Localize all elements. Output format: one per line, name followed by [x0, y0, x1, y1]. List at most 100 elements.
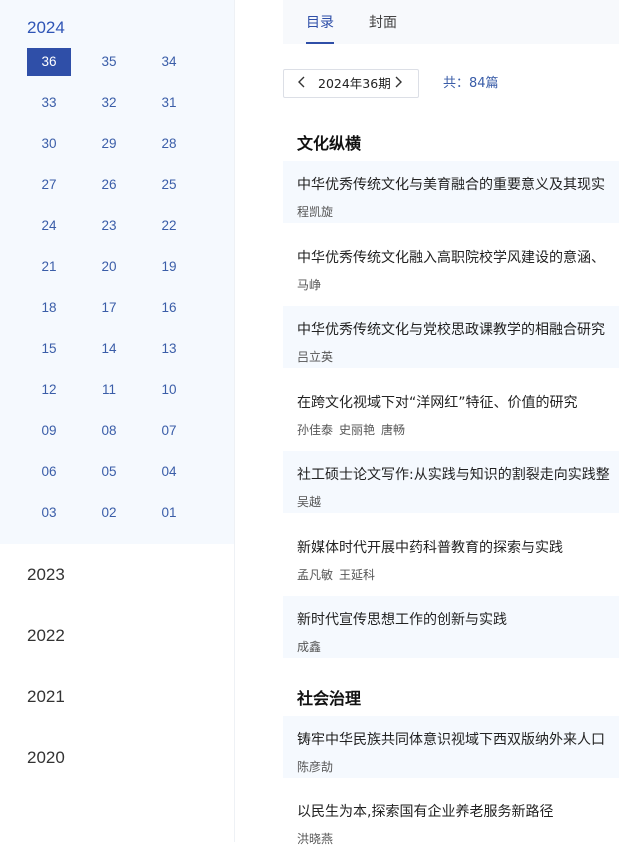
- article-item[interactable]: 新时代宣传思想工作的创新与实践成鑫: [283, 596, 619, 658]
- issue-item[interactable]: 24: [27, 212, 71, 253]
- issue-item[interactable]: 06: [27, 458, 71, 499]
- issue-item[interactable]: 29: [87, 130, 131, 171]
- tab-cover[interactable]: 封面: [369, 0, 397, 44]
- issue-item[interactable]: 08: [87, 417, 131, 458]
- issue-pager-label: 2024年36期: [318, 76, 391, 91]
- article-item[interactable]: 中华优秀传统文化与美育融合的重要意义及其现实程凯旋: [283, 161, 619, 223]
- year-group-2024: 2024 36 35 34 33 32 31 30 29 28 27 26 25 24 23 22 21 20 1…: [0, 0, 234, 544]
- issue-item[interactable]: 20: [87, 253, 131, 294]
- article-item[interactable]: 中华优秀传统文化融入高职院校学风建设的意涵、马峥: [283, 233, 619, 296]
- tab-contents[interactable]: 目录: [306, 0, 334, 44]
- issue-item[interactable]: 25: [147, 171, 191, 212]
- author-name[interactable]: 唐畅: [381, 423, 405, 437]
- issue-pager: 2024年36期: [283, 69, 419, 98]
- issue-number: 12: [41, 382, 57, 397]
- issue-item[interactable]: 05: [87, 458, 131, 499]
- article-title[interactable]: 社工硕士论文写作:从实践与知识的割裂走向实践整: [297, 464, 610, 484]
- article-item[interactable]: 中华优秀传统文化与党校思政课教学的相融合研究吕立英: [283, 306, 619, 368]
- author-name[interactable]: 陈彦劼: [297, 760, 333, 774]
- year-item[interactable]: 2020: [0, 727, 234, 788]
- author-name[interactable]: 程凯旋: [297, 205, 333, 219]
- article-authors: 马峥: [297, 276, 327, 293]
- year-item[interactable]: 2021: [0, 666, 234, 727]
- issue-number: 21: [41, 259, 57, 274]
- author-name[interactable]: 王延科: [339, 568, 375, 582]
- issue-item[interactable]: 09: [27, 417, 71, 458]
- issue-item[interactable]: 02: [87, 499, 131, 540]
- article-title[interactable]: 以民生为本,探索国有企业养老服务新路径: [297, 801, 553, 821]
- issue-item[interactable]: 27: [27, 171, 71, 212]
- article-item[interactable]: 铸牢中华民族共同体意识视域下西双版纳外来人口陈彦劼: [283, 715, 619, 778]
- article-title[interactable]: 中华优秀传统文化融入高职院校学风建设的意涵、: [297, 247, 605, 267]
- issue-number: 33: [41, 95, 57, 110]
- article-title[interactable]: 在跨文化视域下对“洋网红”特征、价值的研究: [297, 392, 578, 412]
- issue-item[interactable]: 33: [27, 89, 71, 130]
- issue-item[interactable]: 14: [87, 335, 131, 376]
- issue-item[interactable]: 23: [87, 212, 131, 253]
- author-name[interactable]: 史丽艳: [339, 423, 375, 437]
- issue-number: 18: [41, 300, 57, 315]
- issue-item[interactable]: 01: [147, 499, 191, 540]
- article-title[interactable]: 中华优秀传统文化与美育融合的重要意义及其现实: [297, 174, 605, 194]
- issue-item[interactable]: 28: [147, 130, 191, 171]
- issue-item[interactable]: 31: [147, 89, 191, 130]
- issue-item[interactable]: 30: [27, 130, 71, 171]
- year-item[interactable]: 2023: [0, 544, 234, 605]
- issue-item[interactable]: 35: [87, 48, 131, 89]
- issue-number: 14: [101, 341, 117, 356]
- issue-number: 10: [161, 382, 177, 397]
- author-name[interactable]: 孟凡敏: [297, 568, 333, 582]
- article-item[interactable]: 以民生为本,探索国有企业养老服务新路径洪晓燕: [283, 788, 619, 850]
- issue-item[interactable]: 32: [87, 89, 131, 130]
- tab-bar: 目录 封面: [283, 0, 619, 44]
- issue-item[interactable]: 15: [27, 335, 71, 376]
- article-authors: 陈彦劼: [297, 758, 339, 775]
- issue-item[interactable]: 03: [27, 499, 71, 540]
- year-item[interactable]: 2022: [0, 605, 234, 666]
- article-title[interactable]: 新媒体时代开展中药科普教育的探索与实践: [297, 537, 563, 557]
- issue-item[interactable]: 13: [147, 335, 191, 376]
- article-item[interactable]: 在跨文化视域下对“洋网红”特征、价值的研究孙佳泰 史丽艳 唐畅: [283, 378, 619, 441]
- author-name[interactable]: 孙佳泰: [297, 423, 333, 437]
- issue-number: 26: [101, 177, 117, 192]
- issue-item[interactable]: 12: [27, 376, 71, 417]
- issue-number: 17: [101, 300, 117, 315]
- author-name[interactable]: 马峥: [297, 278, 321, 292]
- article-title[interactable]: 铸牢中华民族共同体意识视域下西双版纳外来人口: [297, 729, 605, 749]
- issue-item[interactable]: 11: [87, 376, 131, 417]
- issue-item[interactable]: 17: [87, 294, 131, 335]
- issue-item[interactable]: 22: [147, 212, 191, 253]
- author-name[interactable]: 吕立英: [297, 350, 333, 364]
- issue-item[interactable]: 16: [147, 294, 191, 335]
- author-name[interactable]: 吴越: [297, 495, 321, 509]
- chevron-left-icon[interactable]: [294, 70, 310, 97]
- issue-number: 11: [101, 382, 116, 397]
- issue-item[interactable]: 36: [27, 48, 71, 89]
- article-authors: 吴越: [297, 493, 327, 510]
- issue-item[interactable]: 18: [27, 294, 71, 335]
- issue-item[interactable]: 07: [147, 417, 191, 458]
- year-label-2024[interactable]: 2024: [0, 14, 234, 42]
- issue-number: 03: [41, 505, 57, 520]
- issue-number: 32: [101, 95, 117, 110]
- issue-number: 36: [27, 48, 71, 76]
- issue-item[interactable]: 04: [147, 458, 191, 499]
- author-name[interactable]: 洪晓燕: [297, 832, 333, 846]
- article-authors: 孟凡敏 王延科: [297, 566, 381, 583]
- article-authors: 程凯旋: [297, 203, 339, 220]
- year-sidebar: 2024 36 35 34 33 32 31 30 29 28 27 26 25 24 23 22 21 20 1…: [0, 0, 235, 842]
- article-item[interactable]: 社工硕士论文写作:从实践与知识的割裂走向实践整吴越: [283, 451, 619, 513]
- issue-number: 29: [101, 136, 117, 151]
- issue-item[interactable]: 10: [147, 376, 191, 417]
- article-title[interactable]: 新时代宣传思想工作的创新与实践: [297, 609, 507, 629]
- author-name[interactable]: 成鑫: [297, 640, 321, 654]
- article-title[interactable]: 中华优秀传统文化与党校思政课教学的相融合研究: [297, 319, 605, 339]
- chevron-right-icon[interactable]: [390, 70, 406, 97]
- issue-item[interactable]: 26: [87, 171, 131, 212]
- issue-item[interactable]: 34: [147, 48, 191, 89]
- article-item[interactable]: 新媒体时代开展中药科普教育的探索与实践 孟凡敏 王延科: [283, 523, 619, 586]
- issue-number: 24: [41, 218, 57, 233]
- issue-item[interactable]: 19: [147, 253, 191, 294]
- issue-item[interactable]: 21: [27, 253, 71, 294]
- main-content: 目录 封面 2024年36期 共：84篇 文化纵横 中华优秀传统文化与美育融合的重…: [283, 0, 619, 850]
